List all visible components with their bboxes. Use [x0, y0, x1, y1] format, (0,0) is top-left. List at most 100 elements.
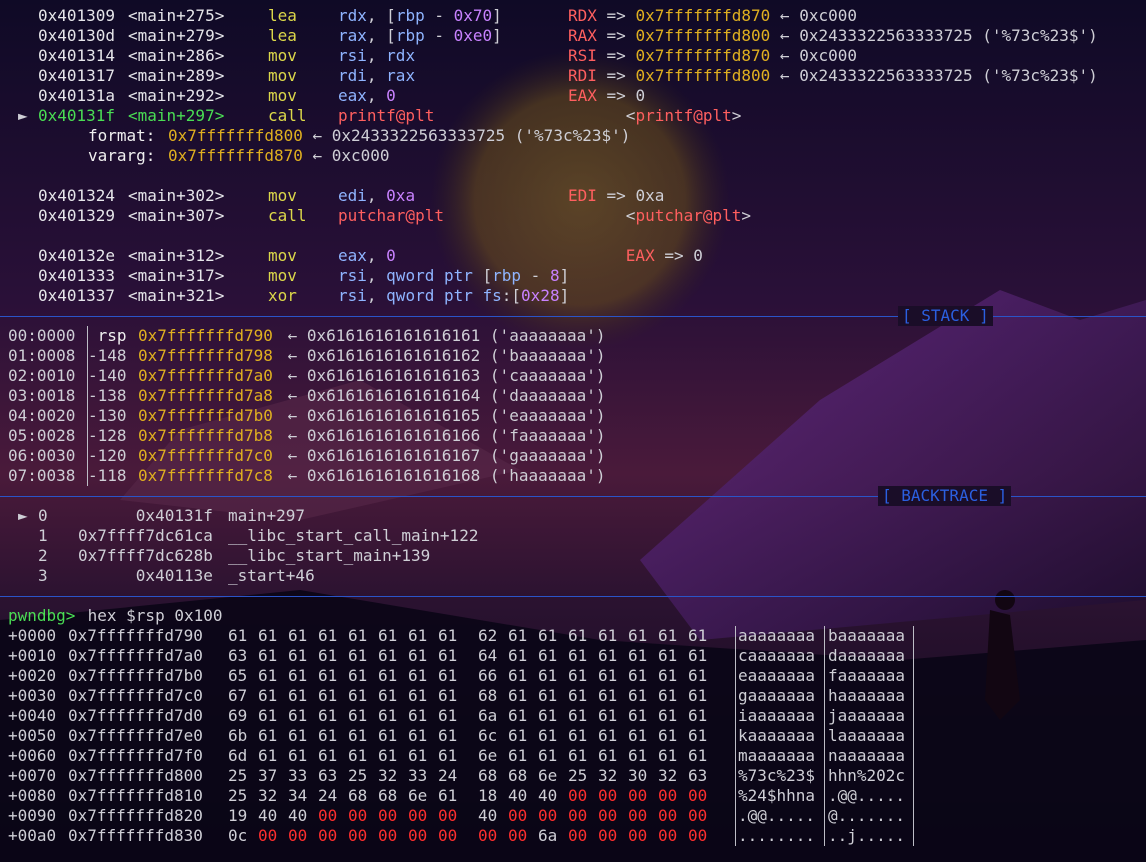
- hex-byte: 61: [598, 626, 618, 645]
- hex-address: 0x7fffffffd800: [68, 766, 203, 785]
- hex-address: 0x7fffffffd7c0: [68, 686, 203, 705]
- hex-byte: 61: [598, 746, 618, 765]
- instruction-mnemonic: mov: [268, 46, 297, 65]
- hex-byte: 61: [438, 786, 458, 805]
- instruction-symbol: <main+289>: [128, 66, 225, 85]
- comment-token: =>: [596, 26, 636, 45]
- instruction-symbol: <main+321>: [128, 286, 225, 305]
- argument-label: vararg:: [88, 146, 156, 165]
- hex-byte: 61: [258, 666, 278, 685]
- comment-token: <: [568, 106, 636, 125]
- hex-byte: 00: [688, 806, 708, 825]
- stack-address: 0x7fffffffd7a8: [138, 386, 273, 405]
- hex-byte: 61: [408, 706, 428, 725]
- stack-offset: -130: [88, 406, 127, 425]
- hex-byte: 61: [438, 686, 458, 705]
- hex-byte: 61: [408, 646, 428, 665]
- hex-byte: 61: [538, 726, 558, 745]
- instruction-mnemonic: mov: [268, 266, 297, 285]
- instruction-comment: RDX => 0x7fffffffd870 ← 0xc000: [568, 6, 857, 26]
- operand-token: ,: [366, 86, 387, 105]
- frame-function: __libc_start_main+139: [228, 546, 431, 565]
- instruction-operands: putchar@plt: [338, 206, 444, 226]
- ascii-column: faaaaaaa: [828, 666, 906, 685]
- hex-byte: 61: [258, 626, 278, 645]
- hex-byte: 00: [438, 826, 458, 845]
- comment-token: ← 0x2433322563333725 ('%73c%23$'): [770, 66, 1098, 85]
- hex-offset: +0070: [8, 766, 57, 785]
- comment-token: => 0: [654, 246, 703, 265]
- hex-byte: 61: [228, 626, 248, 645]
- hex-byte: 32: [378, 766, 398, 785]
- hex-byte: 61: [508, 626, 528, 645]
- operand-token: [: [472, 266, 493, 285]
- instruction-operands: rsi, qword ptr fs:[0x28]: [338, 286, 569, 306]
- hex-byte: 6b: [228, 726, 248, 745]
- frame-function: main+297: [228, 506, 306, 525]
- operand-token: eax: [338, 246, 367, 265]
- frame-number: 1: [38, 526, 48, 545]
- hex-byte: 00: [568, 806, 588, 825]
- stack-index: 07:0038: [8, 466, 76, 485]
- hex-byte: 61: [658, 706, 678, 725]
- ascii-column: laaaaaaa: [828, 726, 906, 745]
- instruction-address: 0x401337: [38, 286, 116, 305]
- hex-byte: 61: [318, 746, 338, 765]
- hex-byte: 6e: [478, 746, 498, 765]
- hex-byte: 61: [658, 646, 678, 665]
- hex-byte: 68: [348, 786, 368, 805]
- hex-byte: 00: [628, 786, 648, 805]
- instruction-operands: eax, 0: [338, 86, 396, 106]
- hex-byte: 61: [378, 646, 398, 665]
- operand-token: ]: [492, 6, 502, 25]
- hex-byte: 63: [688, 766, 708, 785]
- hex-byte: 61: [348, 626, 368, 645]
- ascii-column: %24$hhna: [738, 786, 816, 805]
- comment-token: ← 0xc000: [770, 46, 857, 65]
- ascii-column: daaaaaaa: [828, 646, 906, 665]
- hex-byte: 61: [508, 746, 528, 765]
- stack-value: ← 0x6161616161616168 ('haaaaaaa'): [278, 466, 606, 485]
- hex-byte: 61: [258, 726, 278, 745]
- instruction-address: 0x401324: [38, 186, 116, 205]
- comment-token: RDX: [568, 6, 597, 25]
- operand-token: , [: [366, 6, 396, 25]
- frame-number: 3: [38, 566, 48, 585]
- hex-address: 0x7fffffffd7b0: [68, 666, 203, 685]
- stack-section-header: [ STACK ]: [0, 306, 1146, 326]
- hex-byte: 61: [508, 666, 528, 685]
- hex-byte: 61: [568, 726, 588, 745]
- hex-byte: 00: [628, 826, 648, 845]
- ascii-column: naaaaaaa: [828, 746, 906, 765]
- hex-offset: +0030: [8, 686, 57, 705]
- instruction-mnemonic: mov: [268, 186, 297, 205]
- hex-byte: 00: [568, 786, 588, 805]
- ascii-column: %73c%23$: [738, 766, 816, 785]
- operand-token: rdx: [386, 46, 416, 65]
- instruction-mnemonic: lea: [268, 6, 297, 25]
- hex-byte: 00: [348, 826, 368, 845]
- instruction-comment: <putchar@plt>: [568, 206, 751, 226]
- stack-value: ← 0x6161616161616162 ('baaaaaaa'): [278, 346, 606, 365]
- hex-byte: 61: [318, 646, 338, 665]
- hex-byte: 61: [568, 686, 588, 705]
- hex-byte: 61: [538, 626, 558, 645]
- frame-address: 0x7ffff7dc61ca: [78, 526, 213, 545]
- ascii-column: iaaaaaaa: [738, 706, 816, 725]
- operand-token: rdi: [338, 66, 367, 85]
- hex-byte: 61: [538, 686, 558, 705]
- comment-token: ← 0xc000: [770, 6, 857, 25]
- operand-token: ,: [366, 266, 387, 285]
- hex-byte: 61: [408, 626, 428, 645]
- hex-byte: 61: [288, 666, 308, 685]
- hex-byte: 00: [378, 806, 398, 825]
- instruction-symbol: <main+279>: [128, 26, 225, 45]
- hex-byte: 61: [628, 686, 648, 705]
- operand-token: ,: [366, 46, 387, 65]
- instruction-mnemonic: mov: [268, 86, 297, 105]
- hex-byte: 00: [538, 806, 558, 825]
- comment-token: >: [741, 206, 752, 225]
- argument-value: 0x7fffffffd870 ← 0xc000: [168, 146, 390, 166]
- terminal-screen[interactable]: 0x401309 <main+275> lea rdx, [rbp - 0x70] RD…: [0, 0, 1146, 862]
- hex-byte: 30: [628, 766, 648, 785]
